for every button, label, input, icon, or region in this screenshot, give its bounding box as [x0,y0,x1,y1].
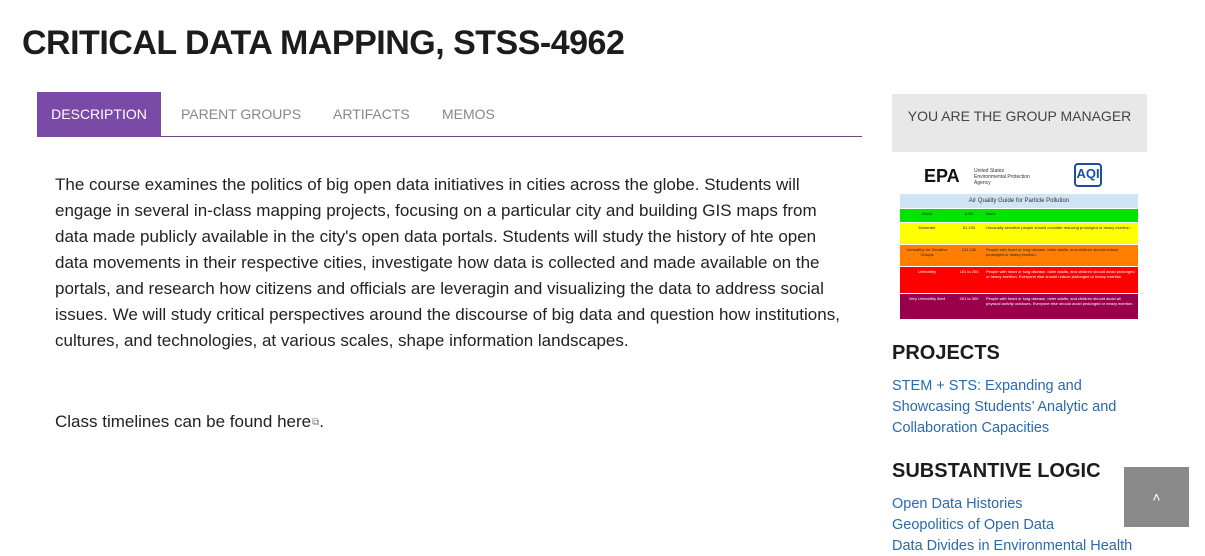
tab-memos[interactable]: MEMOS [426,92,511,137]
scroll-to-top-button[interactable]: ˄ [1124,467,1189,527]
logic-link[interactable]: Open Data Histories [892,494,1023,515]
tab-bar: DESCRIPTION PARENT GROUPS ARTIFACTS MEMO… [37,92,862,137]
aqi-table: Air Quality Guide for Particle Pollution… [900,194,1138,319]
aqi-category: Good [922,211,932,216]
substantive-logic-heading: SUBSTANTIVE LOGIC [892,460,1101,482]
aqi-note: Unusually sensitive people should consid… [986,225,1131,230]
tab-artifacts[interactable]: ARTIFACTS [317,92,426,137]
page-title: CRITICAL DATA MAPPING, STSS-4962 [22,24,625,62]
group-manager-badge: YOU ARE THE GROUP MANAGER [892,94,1147,152]
aqi-range: 0-50 [964,211,973,216]
projects-heading: PROJECTS [892,342,1000,364]
chevron-up-icon: ˄ [1152,489,1161,505]
timeline-link[interactable]: here [277,412,311,431]
aqi-range: 51-100 [962,225,976,230]
aqi-table-title: Air Quality Guide for Particle Pollution [900,194,1138,208]
timeline-suffix: . [319,412,324,431]
aqi-category: Unhealthy [917,269,936,274]
tab-parent-groups[interactable]: PARENT GROUPS [165,92,317,137]
timeline-note: Class timelines can be found here⧉. [55,409,324,436]
aqi-category: Unhealthy for Sensitive Groups [906,247,948,257]
aqi-note: People with heart or lung disease, older… [986,269,1135,279]
aqi-category: Very Unhealthy Alert [908,296,946,301]
epa-logo: EPA [924,166,960,186]
aqi-row: Unhealthy 151 to 200 People with heart o… [900,266,1138,293]
project-link[interactable]: STEM + STS: Expanding and [892,376,1082,397]
timeline-prefix: Class timelines can be found [55,412,278,431]
aqi-row: Very Unhealthy Alert 201 to 300 People w… [900,293,1138,319]
tab-description[interactable]: DESCRIPTION [37,92,161,137]
course-description: The course examines the politics of big … [55,175,840,350]
aqi-logo: AQI [1074,163,1102,187]
aqi-category: Moderate [918,225,936,230]
project-link[interactable]: Showcasing Students’ Analytic and [892,397,1116,418]
aqi-row: Unhealthy for Sensitive Groups 101-150 P… [900,244,1138,266]
aqi-range: 101-150 [961,247,977,252]
aqi-range: 201 to 300 [959,296,979,301]
logic-link[interactable]: Data Divides in Environmental Health [892,536,1132,556]
logic-link[interactable]: Geopolitics of Open Data [892,515,1054,536]
aqi-range: 151 to 200 [959,269,979,274]
aqi-guide-image: EPA United States Environmental Protecti… [898,160,1140,319]
epa-logo-subtitle: United States Environmental Protection A… [974,168,1030,186]
aqi-row: Moderate 51-100 Unusually sensitive peop… [900,222,1138,244]
aqi-row: Good 0-50 None [900,208,1138,222]
aqi-note: People with heart or lung disease, older… [986,296,1134,306]
aqi-note: None [986,211,996,216]
aqi-note: People with heart or lung disease, older… [986,247,1119,257]
project-link[interactable]: Collaboration Capacities [892,418,1049,439]
